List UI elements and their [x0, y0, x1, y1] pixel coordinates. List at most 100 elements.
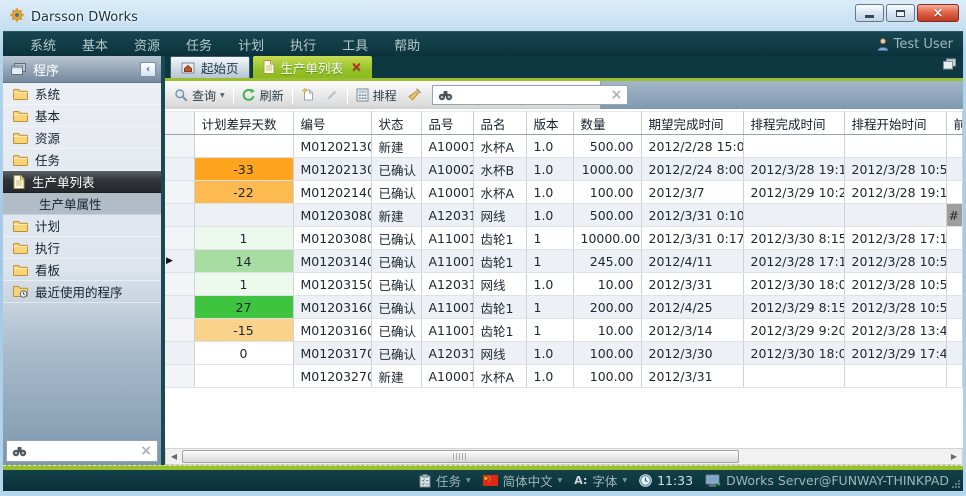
cell-status[interactable]: 已确认: [371, 227, 421, 250]
table-row[interactable]: -15M012031602已确认A11001齿轮1110.002012/3/14…: [165, 319, 962, 342]
menu-item-1[interactable]: 系统: [17, 32, 69, 56]
cell-qty[interactable]: 500.00: [573, 135, 641, 158]
cell-ver[interactable]: 1: [526, 227, 573, 250]
new-button[interactable]: [297, 86, 319, 104]
table-row[interactable]: ▶14M012031402已确认A11001齿轮11245.002012/4/1…: [165, 250, 962, 273]
cell-end[interactable]: 2012/3/29 10:20: [743, 181, 844, 204]
menu-item-2[interactable]: 基本: [69, 32, 121, 56]
cell-ver[interactable]: 1: [526, 319, 573, 342]
cell-end[interactable]: 2012/3/28 17:13: [743, 250, 844, 273]
cell-extra[interactable]: [946, 365, 962, 388]
cell-due[interactable]: 2012/3/31 0:17: [641, 227, 743, 250]
tab-close-icon[interactable]: ×: [351, 62, 362, 73]
status-font-menu[interactable]: A: 字体 ▼: [574, 471, 627, 490]
menu-item-6[interactable]: 执行: [277, 32, 329, 56]
horizontal-scrollbar[interactable]: ◀ ▶: [165, 448, 963, 465]
sidebar-item-6[interactable]: 生产单属性: [3, 193, 161, 215]
column-header[interactable]: 排程开始时间: [844, 112, 946, 135]
tab-2[interactable]: 生产单列表×: [253, 56, 372, 78]
cell-diff[interactable]: 1: [194, 227, 293, 250]
cell-status[interactable]: 已确认: [371, 158, 421, 181]
table-row[interactable]: M012030801新建A12031网线1.0500.002012/3/31 0…: [165, 204, 962, 227]
cell-pn[interactable]: A12031: [421, 204, 473, 227]
cell-name[interactable]: 水杯B: [473, 158, 526, 181]
column-header[interactable]: 计划差异天数: [194, 112, 293, 135]
cell-pn[interactable]: A12031: [421, 273, 473, 296]
table-row[interactable]: M012032701新建A10001水杯A1.0100.002012/3/31: [165, 365, 962, 388]
cell-ver[interactable]: 1: [526, 250, 573, 273]
cell-ver[interactable]: 1.0: [526, 204, 573, 227]
cell-due[interactable]: 2012/4/25: [641, 296, 743, 319]
table-row[interactable]: -22M012021401已确认A10001水杯A1.0100.002012/3…: [165, 181, 962, 204]
scrollbar-thumb[interactable]: [182, 450, 739, 463]
column-header[interactable]: 排程完成时间: [743, 112, 844, 135]
menu-item-3[interactable]: 资源: [121, 32, 173, 56]
column-header[interactable]: 期望完成时间: [641, 112, 743, 135]
cell-qty[interactable]: 1000.00: [573, 158, 641, 181]
table-row[interactable]: -33M012021302已确认A10002水杯B1.01000.002012/…: [165, 158, 962, 181]
cell-end[interactable]: 2012/3/29 9:20: [743, 319, 844, 342]
cell-name[interactable]: 齿轮1: [473, 319, 526, 342]
cell-due[interactable]: 2012/3/7: [641, 181, 743, 204]
cell-start[interactable]: 2012/3/28 19:10: [844, 181, 946, 204]
table-row[interactable]: 27M012031601已确认A11001齿轮11200.002012/4/25…: [165, 296, 962, 319]
cell-start[interactable]: [844, 204, 946, 227]
cell-extra[interactable]: [946, 319, 962, 342]
tab-1[interactable]: 起始页: [170, 56, 250, 78]
table-row[interactable]: 1M012030802已确认A11001齿轮1110000.002012/3/3…: [165, 227, 962, 250]
cell-start[interactable]: 2012/3/28 10:52: [844, 296, 946, 319]
cell-qty[interactable]: 10000.00: [573, 227, 641, 250]
cell-name[interactable]: 齿轮1: [473, 296, 526, 319]
cell-diff[interactable]: [194, 365, 293, 388]
sidebar-item-10[interactable]: 最近使用的程序: [3, 281, 161, 303]
menu-item-4[interactable]: 任务: [173, 32, 225, 56]
sidebar-item-3[interactable]: 资源: [3, 127, 161, 149]
cell-qty[interactable]: 100.00: [573, 181, 641, 204]
sidebar-collapse-button[interactable]: ‹: [140, 62, 156, 77]
cell-start[interactable]: 2012/3/28 17:13: [844, 227, 946, 250]
cell-status[interactable]: 新建: [371, 135, 421, 158]
cell-qty[interactable]: 500.00: [573, 204, 641, 227]
cell-no[interactable]: M012031701: [293, 342, 371, 365]
cell-ver[interactable]: 1.0: [526, 135, 573, 158]
cell-start[interactable]: [844, 135, 946, 158]
cell-due[interactable]: 2012/3/31: [641, 273, 743, 296]
window-list-icon[interactable]: [942, 55, 957, 74]
cell-due[interactable]: 2012/3/30: [641, 342, 743, 365]
cell-status[interactable]: 已确认: [371, 342, 421, 365]
cell-pn[interactable]: A11001: [421, 296, 473, 319]
cell-extra[interactable]: [946, 250, 962, 273]
cell-end[interactable]: 2012/3/29 8:15: [743, 296, 844, 319]
cell-end[interactable]: 2012/3/28 19:10: [743, 158, 844, 181]
cell-status[interactable]: 新建: [371, 204, 421, 227]
cell-start[interactable]: [844, 365, 946, 388]
cell-no[interactable]: M012021301: [293, 135, 371, 158]
cell-end[interactable]: 2012/3/30 8:15: [743, 227, 844, 250]
cell-qty[interactable]: 10.00: [573, 319, 641, 342]
cell-diff[interactable]: -15: [194, 319, 293, 342]
resize-grip[interactable]: [958, 486, 960, 488]
minimize-button[interactable]: [855, 4, 884, 22]
cell-no[interactable]: M012030801: [293, 204, 371, 227]
cell-name[interactable]: 网线: [473, 273, 526, 296]
cell-pn[interactable]: A11001: [421, 319, 473, 342]
close-button[interactable]: ×: [917, 4, 959, 22]
cell-no[interactable]: M012021401: [293, 181, 371, 204]
table-filter-input[interactable]: [457, 88, 607, 102]
cell-start[interactable]: 2012/3/28 10:52: [844, 250, 946, 273]
cell-due[interactable]: 2012/3/31 0:10: [641, 204, 743, 227]
menu-item-8[interactable]: 帮助: [381, 32, 433, 56]
sidebar-search-clear-icon[interactable]: ×: [140, 445, 152, 457]
cell-qty[interactable]: 245.00: [573, 250, 641, 273]
column-header[interactable]: 状态: [371, 112, 421, 135]
cell-diff[interactable]: [194, 204, 293, 227]
cell-diff[interactable]: 14: [194, 250, 293, 273]
column-header[interactable]: 数量: [573, 112, 641, 135]
sidebar-item-2[interactable]: 基本: [3, 105, 161, 127]
cell-end[interactable]: [743, 204, 844, 227]
cell-pn[interactable]: A10001: [421, 135, 473, 158]
menu-item-5[interactable]: 计划: [225, 32, 277, 56]
cell-status[interactable]: 已确认: [371, 273, 421, 296]
menu-item-7[interactable]: 工具: [329, 32, 381, 56]
cell-start[interactable]: 2012/3/28 10:52: [844, 273, 946, 296]
